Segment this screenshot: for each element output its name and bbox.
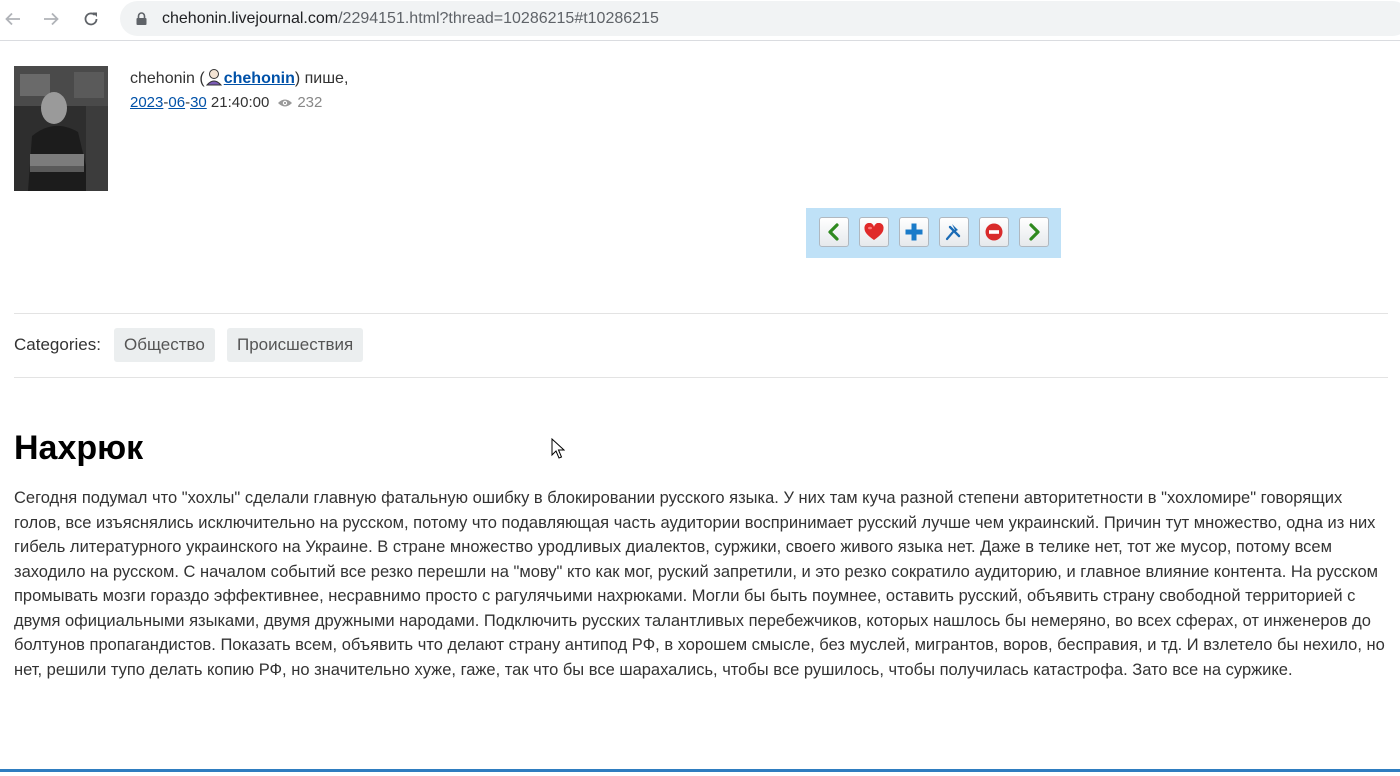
arrow-forward-icon — [44, 12, 59, 26]
entry-title: Нахрюк — [14, 429, 144, 467]
categories-label: Categories: — [14, 335, 101, 354]
hide-entry-button[interactable] — [979, 217, 1009, 247]
heart-icon — [864, 223, 884, 240]
reload-button[interactable] — [78, 6, 104, 32]
category-tag-obshchestvo[interactable]: Общество — [114, 328, 215, 362]
next-entry-button[interactable] — [1019, 217, 1049, 247]
forward-button[interactable] — [38, 6, 64, 32]
views-counter: 232 — [277, 94, 322, 111]
plus-icon — [905, 223, 923, 241]
divider-bottom — [14, 377, 1388, 378]
date-month-link[interactable]: 06 — [168, 94, 185, 111]
userpic[interactable] — [14, 66, 108, 191]
poster-line: chehonin (chehonin) пише, — [130, 68, 348, 89]
pin-icon — [945, 224, 961, 241]
category-tag-proisshestviya[interactable]: Происшествия — [227, 328, 364, 362]
date-year-link[interactable]: 2023 — [130, 94, 163, 111]
url-host: chehonin.livejournal.com — [162, 10, 339, 27]
entry-actions — [806, 208, 1061, 258]
entry-body: Сегодня подумал что "хохлы" сделали глав… — [14, 489, 1385, 679]
url-path: /2294151.html?thread=10286215#t10286215 — [338, 10, 659, 27]
bottom-accent-bar — [0, 769, 1400, 772]
views-count: 232 — [297, 94, 323, 111]
track-entry-button[interactable] — [899, 217, 929, 247]
date-line: 2023-06-30 21:40:00 232 — [130, 93, 322, 113]
poster-name: chehonin — [130, 70, 195, 87]
arrow-back-icon — [5, 12, 20, 26]
arrow-right-icon — [1029, 223, 1040, 241]
date-day-link[interactable]: 30 — [190, 94, 207, 111]
minus-icon — [985, 223, 1003, 241]
flag-entry-button[interactable] — [939, 217, 969, 247]
url-text: chehonin.livejournal.com/2294151.html?th… — [162, 9, 659, 29]
poster-verb: ) пише, — [294, 70, 349, 87]
eye-icon — [278, 99, 293, 107]
previous-entry-button[interactable] — [819, 217, 849, 247]
userpic-photo — [14, 66, 108, 191]
user-link[interactable]: chehonin — [224, 70, 295, 87]
divider-top — [14, 313, 1388, 314]
user-head-icon[interactable] — [205, 68, 223, 86]
back-button[interactable] — [0, 6, 26, 32]
arrow-left-icon — [828, 223, 839, 241]
browser-toolbar: chehonin.livejournal.com/2294151.html?th… — [0, 0, 1400, 41]
address-bar[interactable]: chehonin.livejournal.com/2294151.html?th… — [120, 1, 1400, 36]
poster-paren: ( — [194, 70, 205, 87]
add-to-memories-button[interactable] — [859, 217, 889, 247]
post-time: 21:40:00 — [210, 94, 270, 111]
mouse-cursor-icon — [551, 438, 565, 459]
lock-icon — [136, 12, 147, 25]
reload-icon — [84, 12, 98, 26]
